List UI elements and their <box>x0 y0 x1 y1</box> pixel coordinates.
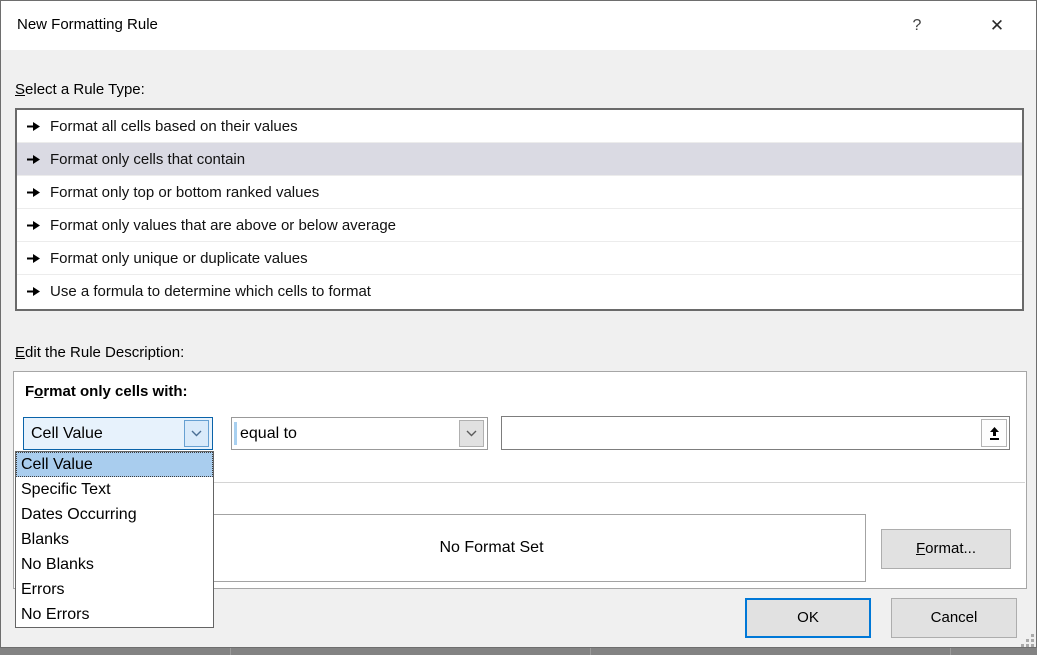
edit-rule-description-label-rest: dit the Rule Description: <box>25 344 184 361</box>
rule-type-item-label: Use a formula to determine which cells t… <box>50 283 371 300</box>
format-only-cells-with-label: Format only cells with: <box>25 383 188 400</box>
chevron-down-icon <box>191 430 202 437</box>
rule-type-item-label: Format only unique or duplicate values <box>50 250 308 267</box>
dialog-title: New Formatting Rule <box>17 16 158 33</box>
cell-value-combobox-dropdown-button[interactable] <box>184 420 209 447</box>
rule-arrow-icon <box>26 220 41 231</box>
text-caret <box>234 422 237 445</box>
value-input[interactable] <box>506 419 976 447</box>
rule-type-listbox[interactable]: Format all cells based on their values F… <box>15 108 1024 311</box>
rule-type-item-selected[interactable]: Format only cells that contain <box>17 143 1022 176</box>
operator-combobox[interactable]: equal to <box>231 417 488 450</box>
rule-type-item-label: Format all cells based on their values <box>50 118 298 135</box>
rule-type-item[interactable]: Format only top or bottom ranked values <box>17 176 1022 209</box>
collapse-dialog-button[interactable] <box>981 419 1007 447</box>
dropdown-item[interactable]: Dates Occurring <box>16 502 213 527</box>
rule-type-item[interactable]: Format only values that are above or bel… <box>17 209 1022 242</box>
operator-combobox-value: equal to <box>240 418 297 449</box>
dialog-titlebar[interactable]: New Formatting Rule ? ✕ <box>1 1 1036 50</box>
worksheet-gridline <box>950 648 951 655</box>
worksheet-background-strip <box>0 648 1037 655</box>
collapse-range-up-arrow-icon <box>987 426 1002 441</box>
cancel-button[interactable]: Cancel <box>891 598 1017 638</box>
dropdown-item[interactable]: No Blanks <box>16 552 213 577</box>
select-rule-type-label-accel: S <box>15 81 25 98</box>
dropdown-item[interactable]: No Errors <box>16 602 213 627</box>
resize-grip[interactable] <box>1019 632 1036 649</box>
dropdown-item[interactable]: Errors <box>16 577 213 602</box>
worksheet-gridline <box>590 648 591 655</box>
rule-arrow-icon <box>26 187 41 198</box>
close-icon[interactable]: ✕ <box>984 13 1010 39</box>
format-preview-text: No Format Set <box>439 539 543 557</box>
rule-arrow-icon <box>26 121 41 132</box>
worksheet-gridline <box>230 648 231 655</box>
format-button-accel: F <box>916 540 925 557</box>
dropdown-item-selected[interactable]: Cell Value <box>16 452 213 477</box>
new-formatting-rule-dialog: New Formatting Rule ? ✕ Select a Rule Ty… <box>0 0 1037 648</box>
rule-type-item[interactable]: Use a formula to determine which cells t… <box>17 275 1022 308</box>
help-icon[interactable]: ? <box>904 13 930 39</box>
subtitle-rest: rmat only cells with: <box>43 383 187 400</box>
chevron-down-icon <box>466 430 477 437</box>
rule-type-item-label: Format only cells that contain <box>50 151 245 168</box>
cell-value-combobox[interactable]: Cell Value <box>23 417 213 450</box>
rule-arrow-icon <box>26 286 41 297</box>
screen: New Formatting Rule ? ✕ Select a Rule Ty… <box>0 0 1037 655</box>
subtitle-accel: o <box>34 383 43 400</box>
rule-arrow-icon <box>26 253 41 264</box>
select-rule-type-label-rest: elect a Rule Type: <box>25 81 145 98</box>
format-button-rest: ormat... <box>925 540 976 557</box>
dropdown-item[interactable]: Blanks <box>16 527 213 552</box>
rule-type-item-label: Format only top or bottom ranked values <box>50 184 319 201</box>
ok-button[interactable]: OK <box>745 598 871 638</box>
rule-arrow-icon <box>26 154 41 165</box>
rule-type-item[interactable]: Format all cells based on their values <box>17 110 1022 143</box>
format-button[interactable]: Format... <box>881 529 1011 569</box>
operator-combobox-dropdown-button[interactable] <box>459 420 484 447</box>
cell-value-dropdown-list[interactable]: Cell Value Specific Text Dates Occurring… <box>15 451 214 628</box>
value-refedit-field <box>501 416 1010 450</box>
edit-rule-description-label-accel: E <box>15 344 25 361</box>
rule-type-item-label: Format only values that are above or bel… <box>50 217 396 234</box>
dropdown-item[interactable]: Specific Text <box>16 477 213 502</box>
rule-type-item[interactable]: Format only unique or duplicate values <box>17 242 1022 275</box>
edit-rule-description-label: Edit the Rule Description: <box>15 344 184 361</box>
format-preview-box: No Format Set <box>117 514 866 582</box>
select-rule-type-label: Select a Rule Type: <box>15 81 145 98</box>
subtitle-pre: F <box>25 383 34 400</box>
cell-value-combobox-value: Cell Value <box>31 418 103 449</box>
